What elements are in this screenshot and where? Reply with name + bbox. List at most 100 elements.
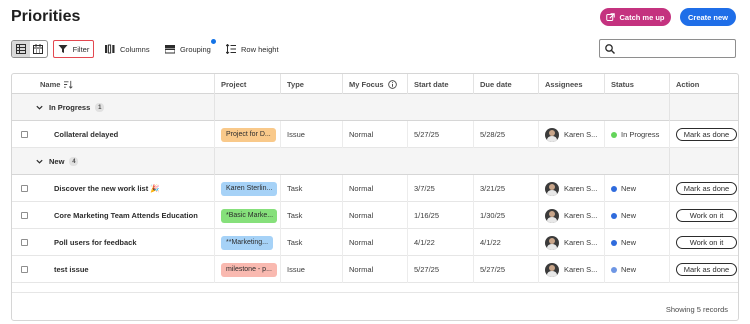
table-row[interactable]: Collateral delayed Project for D... Issu… [12, 121, 738, 148]
info-icon[interactable] [387, 79, 397, 89]
project-tag[interactable]: *Basic Marke... [221, 208, 277, 223]
row-height-button[interactable]: Row height [226, 40, 279, 58]
columns-icon [105, 44, 115, 54]
view-toggle [11, 40, 48, 58]
status-badge: New [621, 265, 637, 274]
table-view-button[interactable] [12, 41, 30, 57]
status-dot [611, 239, 617, 246]
assignee-name: Karen S... [564, 211, 598, 220]
table-row[interactable]: test issue milestone - p... Issue Normal… [12, 256, 738, 283]
column-header-type[interactable]: Type [280, 74, 342, 94]
start-date-cell: 1/16/25 [407, 202, 473, 229]
mark-as-done-button[interactable]: Mark as done [676, 263, 737, 276]
action-cell: Work on it [669, 229, 738, 256]
work-on-it-button[interactable]: Work on it [676, 236, 737, 249]
task-name[interactable]: Discover the new work list 🎉 [12, 175, 214, 202]
type-cell: Issue [280, 256, 342, 283]
column-header-action[interactable]: Action [669, 74, 738, 94]
external-link-icon [606, 12, 616, 21]
table-row[interactable]: Discover the new work list 🎉 Karen Sterl… [12, 175, 738, 202]
chevron-down-icon[interactable] [35, 103, 44, 112]
catch-me-up-button[interactable]: Catch me up [600, 8, 671, 26]
table-row[interactable]: Core Marketing Team Attends Education *B… [12, 202, 738, 229]
work-on-it-button[interactable]: Work on it [676, 209, 737, 222]
row-height-label: Row height [241, 44, 279, 54]
group-header-in-progress[interactable]: In Progress 1 [12, 94, 738, 121]
focus-cell: Normal [342, 229, 407, 256]
action-cell: Mark as done [669, 256, 738, 283]
column-header-start-date[interactable]: Start date [407, 74, 473, 94]
work-list-table: Name Project Type My Focus Start date Du… [11, 73, 739, 321]
chevron-down-icon[interactable] [35, 157, 44, 166]
project-tag[interactable]: Karen Sterlin... [221, 181, 277, 196]
record-count: Showing 5 records [665, 305, 728, 314]
status-cell: New [604, 229, 669, 256]
status-dot [611, 212, 617, 219]
group-count-badge: 1 [95, 103, 105, 112]
row-height-icon [226, 44, 236, 54]
project-tag[interactable]: Project for D... [221, 127, 276, 142]
task-name[interactable]: test issue [12, 256, 214, 283]
task-name[interactable]: Collateral delayed [12, 121, 214, 148]
grouping-label: Grouping [180, 44, 211, 54]
column-header-my-focus[interactable]: My Focus [342, 74, 407, 94]
search-icon [605, 43, 615, 54]
project-cell: milestone - p... [214, 256, 280, 283]
column-header-assignees[interactable]: Assignees [538, 74, 604, 94]
table-header: Name Project Type My Focus Start date Du… [12, 74, 738, 94]
column-my-focus-label: My Focus [349, 79, 384, 89]
assignee-cell: Karen S... [538, 202, 604, 229]
group-header-new[interactable]: New 4 [12, 148, 738, 175]
assignee-name: Karen S... [564, 130, 598, 139]
status-cell: New [604, 202, 669, 229]
page-title: Priorities [11, 8, 81, 25]
type-cell: Task [280, 175, 342, 202]
search-input[interactable] [619, 41, 729, 56]
filter-icon [58, 45, 68, 53]
table-icon [15, 44, 26, 54]
type-cell: Task [280, 229, 342, 256]
task-name[interactable]: Poll users for feedback [12, 229, 214, 256]
grouping-button[interactable]: Grouping [165, 40, 211, 58]
sort-icon [64, 80, 74, 89]
columns-button[interactable]: Columns [105, 40, 150, 58]
status-dot [611, 266, 617, 273]
avatar [545, 208, 559, 223]
calendar-view-button[interactable] [30, 41, 48, 57]
task-name[interactable]: Core Marketing Team Attends Education [12, 202, 214, 229]
due-date-cell: 5/28/25 [473, 121, 538, 148]
grouping-active-indicator [211, 39, 216, 44]
column-header-due-date[interactable]: Due date [473, 74, 538, 94]
column-name-label: Name [40, 79, 61, 89]
status-badge: New [621, 184, 637, 193]
mark-as-done-button[interactable]: Mark as done [676, 128, 737, 141]
assignee-cell: Karen S... [538, 175, 604, 202]
column-header-name[interactable]: Name [12, 74, 214, 94]
status-dot [611, 185, 617, 192]
action-cell: Mark as done [669, 175, 738, 202]
column-header-project[interactable]: Project [214, 74, 280, 94]
status-badge: In Progress [621, 130, 660, 139]
due-date-cell: 3/21/25 [473, 175, 538, 202]
focus-cell: Normal [342, 175, 407, 202]
start-date-cell: 5/27/25 [407, 256, 473, 283]
project-tag[interactable]: **Marketing... [221, 235, 274, 250]
assignee-cell: Karen S... [538, 229, 604, 256]
group-label: In Progress [49, 103, 91, 112]
project-cell: *Basic Marke... [214, 202, 280, 229]
group-label: New [49, 157, 65, 166]
focus-cell: Normal [342, 256, 407, 283]
avatar [545, 235, 559, 250]
start-date-cell: 4/1/22 [407, 229, 473, 256]
project-tag[interactable]: milestone - p... [221, 262, 277, 277]
filter-label: Filter [72, 44, 90, 54]
due-date-cell: 4/1/22 [473, 229, 538, 256]
create-new-button[interactable]: Create new [680, 8, 736, 26]
filter-button[interactable]: Filter [53, 40, 94, 58]
mark-as-done-button[interactable]: Mark as done [676, 182, 737, 195]
table-row[interactable]: Poll users for feedback **Marketing... T… [12, 229, 738, 256]
column-header-status[interactable]: Status [604, 74, 669, 94]
status-badge: New [621, 238, 637, 247]
start-date-cell: 3/7/25 [407, 175, 473, 202]
type-cell: Task [280, 202, 342, 229]
